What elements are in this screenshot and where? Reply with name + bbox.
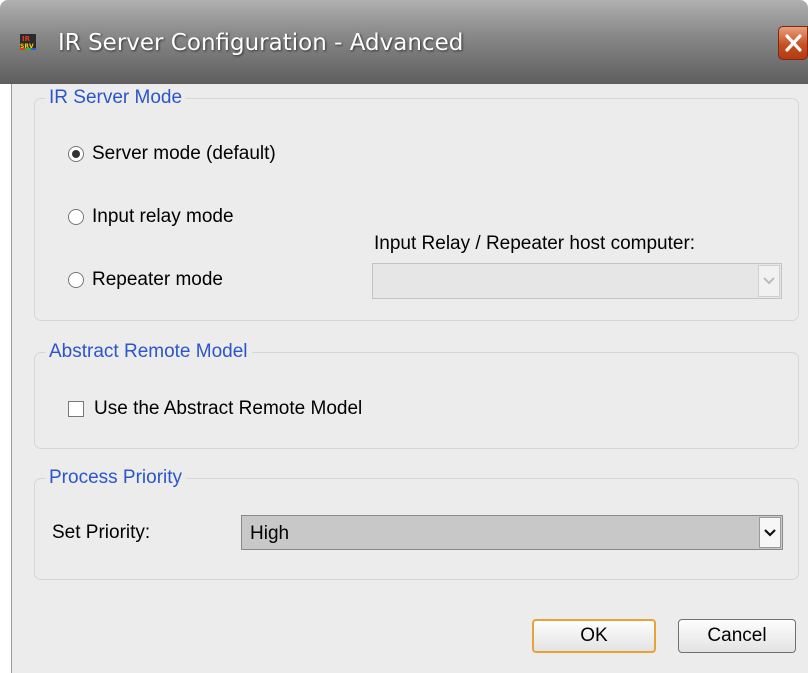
radio-repeater-mode[interactable]: Repeater mode — [68, 269, 223, 291]
priority-dropdown-button[interactable] — [759, 517, 781, 548]
abstract-model-checkbox-label: Use the Abstract Remote Model — [94, 398, 363, 419]
radio-repeater-label: Repeater mode — [92, 269, 223, 290]
host-computer-label: Input Relay / Repeater host computer: — [374, 233, 696, 254]
dialog-body: IR Server Mode Server mode (default) Inp… — [11, 84, 808, 673]
abstract-model-group: Abstract Remote Model Use the Abstract R… — [34, 341, 799, 449]
title-bar[interactable]: IR SRV IR Server Configuration - Advance… — [0, 0, 808, 84]
ir-server-icon: IR SRV — [20, 34, 36, 50]
server-mode-legend: IR Server Mode — [45, 87, 187, 109]
radio-server-mode[interactable]: Server mode (default) — [68, 143, 276, 165]
priority-select[interactable]: High — [241, 515, 783, 550]
chevron-down-icon — [764, 528, 776, 537]
abstract-model-option[interactable]: Use the Abstract Remote Model — [68, 398, 362, 420]
abstract-model-checkbox[interactable] — [68, 401, 84, 417]
host-combo-dropdown-button[interactable] — [758, 265, 780, 297]
close-icon — [785, 34, 802, 52]
ok-button[interactable]: OK — [532, 619, 656, 653]
set-priority-label: Set Priority: — [52, 522, 151, 543]
server-mode-group: IR Server Mode Server mode (default) Inp… — [34, 87, 799, 321]
process-priority-group: Process Priority Set Priority: High — [34, 467, 799, 580]
radio-button-checked[interactable] — [68, 146, 84, 162]
window-title: IR Server Configuration - Advanced — [58, 30, 464, 56]
close-button[interactable] — [778, 26, 808, 60]
radio-input-relay-mode[interactable]: Input relay mode — [68, 206, 234, 228]
host-computer-combo[interactable] — [372, 263, 782, 299]
radio-server-mode-label: Server mode (default) — [92, 143, 276, 164]
priority-selected-value: High — [250, 523, 290, 544]
process-priority-legend: Process Priority — [45, 467, 187, 489]
dialog-window: IR SRV IR Server Configuration - Advance… — [0, 0, 808, 673]
radio-button[interactable] — [68, 209, 84, 225]
chevron-down-icon — [763, 277, 775, 285]
cancel-button[interactable]: Cancel — [678, 619, 796, 653]
svg-text:IR: IR — [22, 35, 31, 43]
radio-input-relay-label: Input relay mode — [92, 206, 234, 227]
radio-button[interactable] — [68, 272, 84, 288]
abstract-model-legend: Abstract Remote Model — [45, 341, 252, 363]
